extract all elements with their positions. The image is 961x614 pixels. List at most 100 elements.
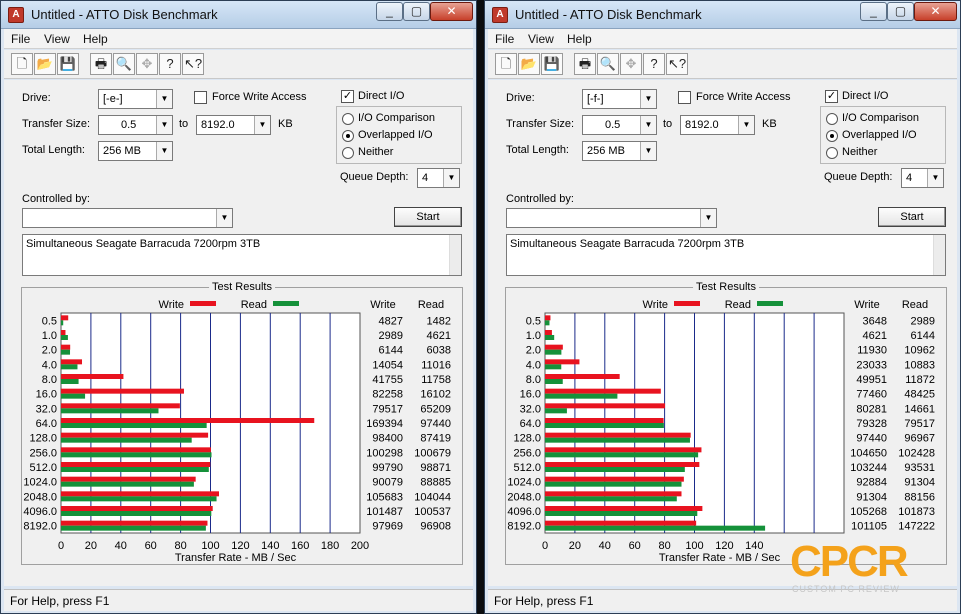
read-value: 96967 [904, 433, 935, 445]
category-label: 8.0 [42, 374, 57, 386]
close-button[interactable]: ✕ [914, 2, 957, 21]
write-bar [61, 315, 69, 321]
col-header-read: Read [418, 299, 444, 311]
read-value: 93531 [904, 462, 935, 474]
col-header-write: Write [370, 299, 395, 311]
write-value: 4621 [863, 330, 887, 342]
new-file-icon[interactable]: 🗋 [495, 53, 517, 75]
maximize-button[interactable]: ▢ [887, 2, 914, 21]
legend-write-label: Write [159, 299, 184, 311]
help-icon[interactable]: ? [159, 53, 181, 75]
title-bar[interactable]: A Untitled - ATTO Disk Benchmark _ ▢ ✕ [1, 1, 476, 29]
x-tick-label: 120 [715, 540, 733, 552]
write-value: 100298 [366, 447, 403, 459]
col-header-write: Write [854, 299, 879, 311]
save-icon[interactable]: 💾 [57, 53, 79, 75]
x-axis-label: Transfer Rate - MB / Sec [175, 552, 297, 564]
print-icon[interactable]: 🖶 [574, 53, 596, 75]
read-bar [61, 496, 217, 502]
category-label: 128.0 [29, 433, 57, 445]
write-value: 79517 [372, 403, 403, 415]
category-label: 8.0 [526, 374, 541, 386]
menu-file[interactable]: File [495, 32, 514, 46]
read-bar [545, 408, 567, 414]
move-icon[interactable]: ✥ [620, 53, 642, 75]
legend-write-swatch [190, 301, 216, 306]
write-value: 23033 [856, 359, 887, 371]
write-bar [545, 447, 702, 453]
menu-help[interactable]: Help [83, 32, 108, 46]
x-tick-label: 40 [115, 540, 127, 552]
x-tick-label: 120 [231, 540, 249, 552]
read-bar [545, 335, 555, 340]
write-bar [61, 520, 208, 526]
write-bar [61, 447, 211, 453]
category-label: 2.0 [526, 345, 541, 357]
window-title: Untitled - ATTO Disk Benchmark [515, 7, 702, 22]
x-tick-label: 80 [174, 540, 186, 552]
menu-view[interactable]: View [44, 32, 70, 46]
read-bar [545, 349, 562, 355]
maximize-button[interactable]: ▢ [403, 2, 430, 21]
category-label: 256.0 [513, 447, 541, 459]
write-bar [61, 388, 184, 394]
legend-read-swatch [273, 301, 299, 306]
atto-window-right: A Untitled - ATTO Disk Benchmark _ ▢ ✕ F… [484, 0, 961, 614]
category-label: 2.0 [42, 345, 57, 357]
read-value: 91304 [904, 477, 935, 489]
x-tick-label: 100 [201, 540, 219, 552]
title-bar[interactable]: A Untitled - ATTO Disk Benchmark _ ▢ ✕ [485, 1, 960, 29]
category-label: 64.0 [520, 418, 541, 430]
save-icon[interactable]: 💾 [541, 53, 563, 75]
category-label: 512.0 [29, 462, 57, 474]
read-value: 98871 [420, 462, 451, 474]
read-value: 4621 [427, 330, 451, 342]
move-icon[interactable]: ✥ [136, 53, 158, 75]
help-icon[interactable]: ? [643, 53, 665, 75]
print-preview-icon[interactable]: 🔍 [597, 53, 619, 75]
category-label: 2048.0 [507, 491, 541, 503]
write-bar [61, 491, 219, 497]
write-bar [61, 374, 124, 379]
read-bar [545, 467, 685, 472]
category-label: 32.0 [520, 403, 541, 415]
category-label: 0.5 [526, 315, 541, 327]
write-bar [545, 330, 552, 335]
context-help-icon[interactable]: ↖? [182, 53, 204, 75]
menu-help[interactable]: Help [567, 32, 592, 46]
legend-read-label: Read [241, 299, 267, 311]
category-label: 8192.0 [507, 521, 541, 533]
read-value: 6144 [911, 330, 935, 342]
write-bar [545, 388, 661, 394]
read-value: 102428 [898, 447, 935, 459]
minimize-button[interactable]: _ [376, 2, 403, 21]
menu-view[interactable]: View [528, 32, 554, 46]
category-label: 4096.0 [23, 506, 57, 518]
open-folder-icon[interactable]: 📂 [518, 53, 540, 75]
write-value: 105683 [366, 491, 403, 503]
read-bar [61, 467, 209, 472]
context-help-icon[interactable]: ↖? [666, 53, 688, 75]
read-bar [61, 335, 68, 340]
write-value: 2989 [379, 330, 403, 342]
close-button[interactable]: ✕ [430, 2, 473, 21]
new-file-icon[interactable]: 🗋 [11, 53, 33, 75]
menu-file[interactable]: File [11, 32, 30, 46]
write-bar [545, 520, 697, 526]
atto-window-left: A Untitled - ATTO Disk Benchmark _ ▢ ✕ F… [0, 0, 477, 614]
write-value: 92884 [856, 477, 887, 489]
menu-bar: File View Help [4, 29, 473, 49]
write-value: 77460 [856, 389, 887, 401]
write-value: 103244 [850, 462, 887, 474]
open-folder-icon[interactable]: 📂 [34, 53, 56, 75]
read-value: 88885 [420, 477, 451, 489]
x-tick-label: 20 [85, 540, 97, 552]
print-icon[interactable]: 🖶 [90, 53, 112, 75]
print-preview-icon[interactable]: 🔍 [113, 53, 135, 75]
write-value: 90079 [372, 477, 403, 489]
category-label: 1024.0 [23, 477, 57, 489]
x-tick-label: 200 [351, 540, 369, 552]
minimize-button[interactable]: _ [860, 2, 887, 21]
read-bar [545, 481, 682, 487]
x-tick-label: 20 [569, 540, 581, 552]
